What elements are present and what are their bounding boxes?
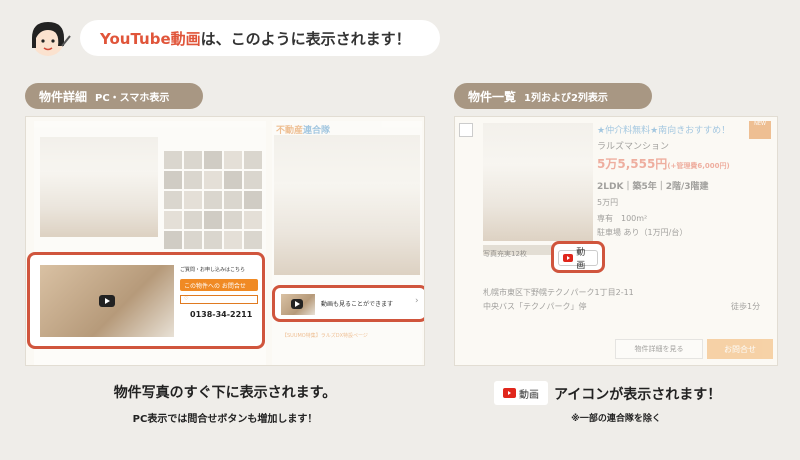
listing-area: 専有 100m² [597, 214, 648, 223]
select-checkbox[interactable] [459, 123, 473, 137]
listing-address: 札幌市東区下野幌テクノパーク1丁目2-11 [483, 288, 634, 297]
video-badge[interactable]: 動画 [558, 248, 598, 271]
phone-number[interactable]: 0138-34-2211 [190, 310, 252, 319]
speech-bubble: YouTube動画 は、このように表示されます！ [80, 20, 440, 56]
mobile-main-photo [274, 135, 420, 275]
footer-link[interactable]: 【SUUMO特集】ラルズDX特設ページ [282, 333, 368, 340]
favorite-button[interactable]: ♡ [180, 295, 258, 304]
new-badge: NEW [749, 121, 771, 139]
photo-count: 写真充実12枚 [483, 250, 527, 258]
youtube-icon [563, 254, 574, 262]
contact-text: ご質問・お申し込みはこちら [180, 267, 246, 273]
video-badge-highlight: 動画 [551, 241, 605, 273]
thumbnail-grid [164, 151, 262, 249]
list-pill-sub: 1列および2列表示 [524, 92, 608, 104]
main-photo [40, 137, 158, 237]
list-screenshot-panel: ★仲介料無料★南向きおすすめ！ NEW ラルズマンション 5万5,555円(+管… [454, 116, 778, 366]
bubble-accent: YouTube動画 [100, 29, 201, 48]
listing-rent: 5万5,555円(+管理費6,000円) [597, 157, 730, 171]
left-caption-main: 物件写真のすぐ下に表示されます。 [113, 385, 337, 401]
detail-pill-sub: PC・スマホ表示 [95, 92, 170, 104]
list-view-pill: 物件一覧 1列および2列表示 [454, 83, 652, 109]
mobile-play-icon[interactable] [291, 299, 303, 309]
listing-deposit: 5万円 [597, 198, 619, 207]
video-link-text[interactable]: 動画も見ることができます [321, 299, 393, 308]
chevron-right-icon: › [415, 296, 419, 306]
mobile-video-highlight: 動画も見ることができます › [272, 285, 424, 322]
left-caption-sub: PC表示では問合せボタンも増加します！ [132, 414, 318, 425]
woman-avatar-icon [32, 22, 71, 56]
bubble-text: は、このように表示されます！ [200, 29, 411, 48]
listing-layout: 2LDK｜築5年｜2階/3階建 [597, 182, 709, 192]
listing-walk: 徒歩1分 [731, 302, 761, 311]
detail-pill-label: 物件詳細 [39, 89, 88, 104]
video-thumbnail[interactable] [40, 265, 174, 337]
pc-video-highlight: ご質問・お申し込みはこちら この物件への お問合せ ♡ 0138-34-2211 [27, 252, 265, 349]
detail-screenshot-panel: 不動産連合隊 【SUUMO特集】ラルズDX特設ページ ご質問・お申し込みはこちら… [25, 116, 425, 366]
listing-photo[interactable] [483, 123, 593, 241]
caption-youtube-icon [503, 388, 516, 398]
detail-view-pill: 物件詳細 PC・スマホ表示 [25, 83, 203, 109]
right-caption-sub: ※一部の連合隊を除く [571, 414, 661, 424]
caption-video-icon: 動画 [494, 381, 548, 405]
list-pill-label: 物件一覧 [468, 89, 517, 104]
inquiry-button[interactable]: お問合せ [707, 339, 773, 359]
listing-tagline[interactable]: ★仲介料無料★南向きおすすめ！ [597, 123, 730, 136]
mobile-video-thumb[interactable] [281, 294, 315, 315]
play-icon[interactable] [99, 295, 115, 307]
mobile-page-mock: 不動産連合隊 【SUUMO特集】ラルズDX特設ページ [272, 121, 422, 365]
listing-name: ラルズマンション [597, 142, 670, 152]
detail-button[interactable]: 物件詳細を見る [615, 339, 703, 359]
listing-transit: 中央バス「テクノパーク」停 [483, 302, 587, 311]
right-caption-main: アイコンが表示されます！ [554, 387, 722, 403]
listing-parking: 駐車場 あり（1万円/台） [597, 228, 688, 237]
contact-button[interactable]: この物件への お問合せ [180, 279, 258, 291]
